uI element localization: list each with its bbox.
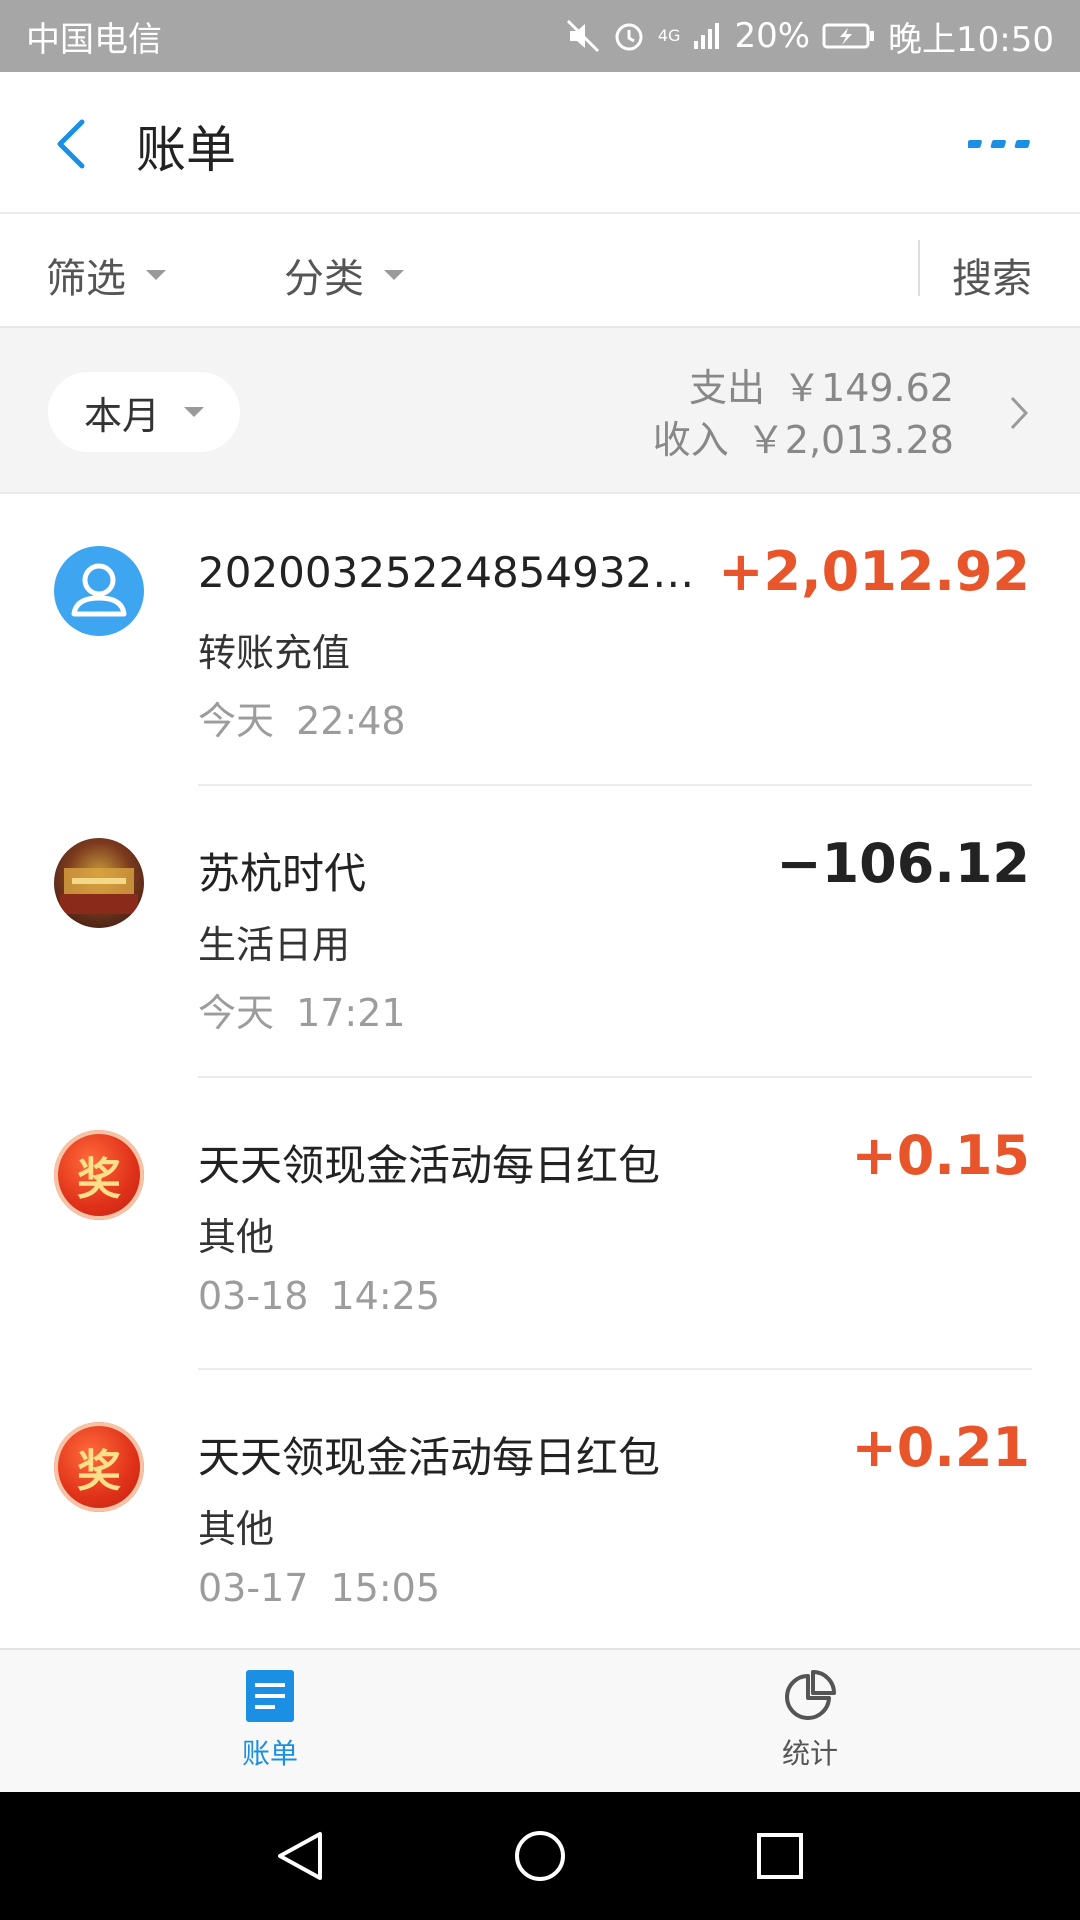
- transaction-list: 20200325224854932287 转账充值 今天 22:48 +2,01…: [0, 494, 1080, 1662]
- month-selector[interactable]: 本月: [48, 372, 240, 452]
- tab-statistics-label: 统计: [781, 1737, 838, 1770]
- caret-down-icon: [184, 407, 204, 417]
- nav-home-button[interactable]: [510, 1826, 570, 1886]
- circle-home-icon: [515, 1831, 565, 1881]
- month-summary[interactable]: 本月 支出 ￥149.62 收入 ￥2,013.28: [0, 328, 1080, 494]
- square-recents-icon: [757, 1833, 803, 1879]
- transaction-time: 03-17 15:05: [198, 1566, 441, 1610]
- expense-total: 支出 ￥149.62: [653, 362, 954, 414]
- transaction-amount: +0.21: [851, 1416, 1030, 1479]
- bottom-tab-bar: 账单 统计: [0, 1648, 1080, 1792]
- summary-totals: 支出 ￥149.62 收入 ￥2,013.28: [653, 362, 954, 466]
- tab-statistics[interactable]: 统计: [740, 1668, 880, 1772]
- header: 账单: [0, 72, 1080, 214]
- tab-bills[interactable]: 账单: [200, 1668, 340, 1772]
- filter-label: 筛选: [46, 256, 126, 302]
- transaction-category: 其他: [198, 1215, 275, 1259]
- triangle-back-icon: [278, 1832, 322, 1880]
- search-label: 搜索: [952, 256, 1032, 302]
- tab-bills-label: 账单: [241, 1737, 298, 1770]
- expense-amount: ￥149.62: [783, 366, 954, 410]
- merchant-avatar: [54, 838, 144, 928]
- category-dropdown[interactable]: 分类: [284, 246, 404, 304]
- transaction-amount: +0.15: [851, 1124, 1030, 1187]
- transaction-title: 20200325224854932287: [198, 548, 718, 597]
- transaction-category: 生活日用: [198, 923, 351, 967]
- expense-label: 支出: [689, 366, 766, 410]
- transaction-amount: +2,012.92: [718, 540, 1030, 603]
- more-button[interactable]: [966, 134, 1034, 154]
- status-indicators: 4G 20% 晚上10:50: [566, 12, 1054, 61]
- filter-dropdown[interactable]: 筛选: [46, 246, 166, 304]
- back-button[interactable]: [48, 116, 94, 172]
- month-label: 本月: [83, 393, 160, 438]
- mute-icon: [566, 19, 600, 53]
- clock: 晚上10:50: [888, 19, 1054, 60]
- transaction-row[interactable]: 20200325224854932287 转账充值 今天 22:48 +2,01…: [0, 494, 1080, 786]
- transaction-time: 今天 22:48: [198, 699, 406, 743]
- transaction-row[interactable]: 奖 天天领现金活动每日红包 其他 03-17 15:05 +0.21: [0, 1370, 1080, 1662]
- transaction-title: 天天领现金活动每日红包: [198, 1433, 661, 1482]
- divider: [918, 240, 920, 296]
- transaction-amount: −106.12: [776, 832, 1030, 895]
- filter-bar: 筛选 分类 搜索: [0, 214, 1080, 328]
- signal-icon: [692, 21, 722, 51]
- transaction-row[interactable]: 奖 天天领现金活动每日红包 其他 03-18 14:25 +0.15: [0, 1078, 1080, 1370]
- battery-percent: 20%: [734, 16, 811, 56]
- award-icon: 奖: [54, 1422, 144, 1512]
- transaction-category: 转账充值: [198, 631, 351, 675]
- carrier-label: 中国电信: [26, 19, 162, 60]
- status-bar: 中国电信 4G 20% 晚上10:50: [0, 0, 1080, 72]
- system-nav-bar: [0, 1792, 1080, 1920]
- income-amount: ￥2,013.28: [746, 418, 954, 462]
- transaction-title: 苏杭时代: [198, 849, 367, 898]
- search-button[interactable]: 搜索: [952, 246, 1032, 304]
- battery-icon: [822, 22, 876, 50]
- chevron-left-icon: [57, 119, 85, 169]
- transaction-time: 今天 17:21: [198, 991, 406, 1035]
- caret-down-icon: [146, 270, 166, 280]
- network-type-icon: 4G: [657, 26, 681, 45]
- bill-screen: 中国电信 4G 20% 晚上10:50 账单 筛选 分类 搜索 本月 支出 ￥1…: [0, 0, 1080, 1920]
- transaction-title: 天天领现金活动每日红包: [198, 1141, 661, 1190]
- pie-chart-icon: [782, 1668, 838, 1724]
- income-label: 收入: [652, 418, 729, 462]
- page-title: 账单: [136, 121, 236, 179]
- chevron-right-icon: [1008, 394, 1030, 432]
- transaction-time: 03-18 14:25: [198, 1274, 441, 1318]
- transaction-category: 其他: [198, 1507, 275, 1551]
- award-icon: 奖: [54, 1130, 144, 1220]
- caret-down-icon: [384, 270, 404, 280]
- income-total: 收入 ￥2,013.28: [653, 414, 954, 466]
- nav-recents-button[interactable]: [750, 1826, 810, 1886]
- alarm-icon: [612, 19, 646, 53]
- transaction-row[interactable]: 苏杭时代 生活日用 今天 17:21 −106.12: [0, 786, 1080, 1078]
- category-label: 分类: [284, 256, 364, 302]
- user-avatar-icon: [54, 546, 144, 636]
- more-dots-icon: [966, 140, 1030, 148]
- bill-list-icon: [242, 1668, 298, 1724]
- nav-back-button[interactable]: [270, 1826, 330, 1886]
